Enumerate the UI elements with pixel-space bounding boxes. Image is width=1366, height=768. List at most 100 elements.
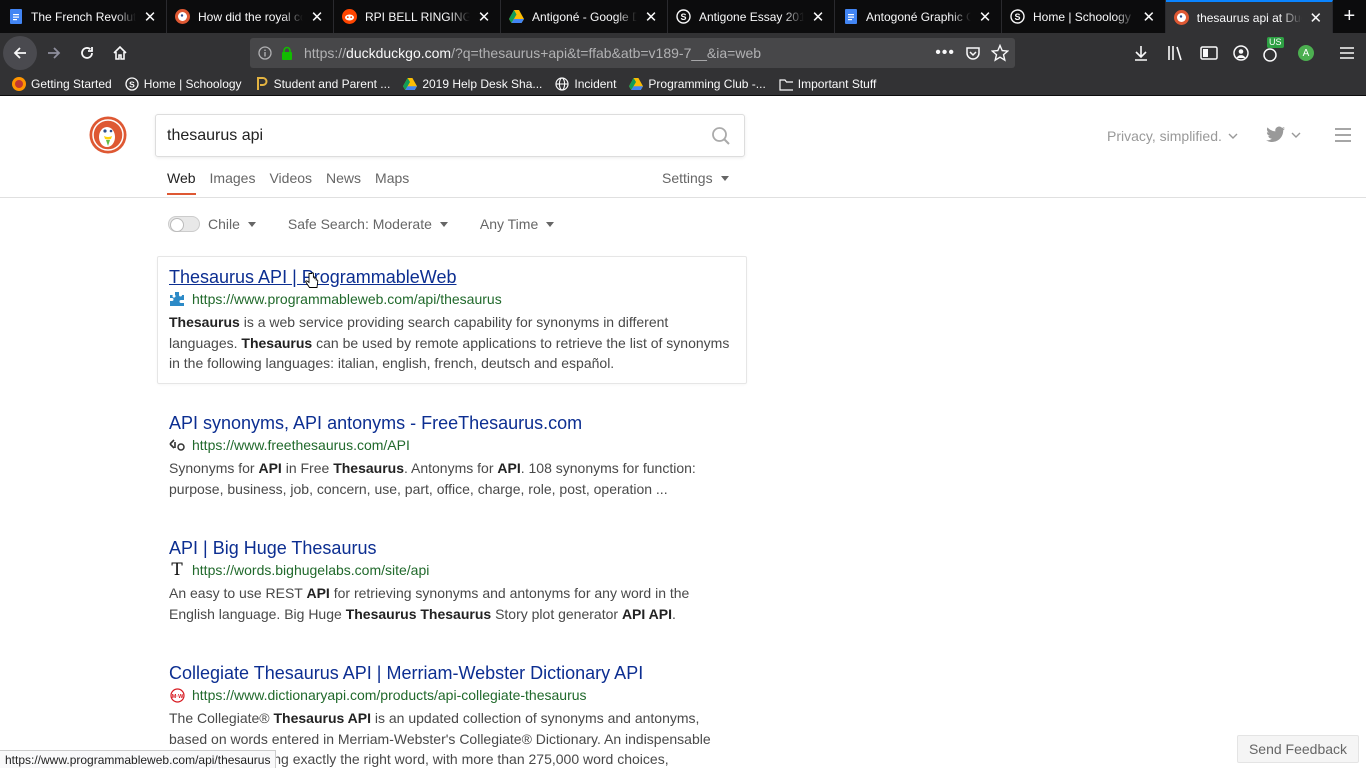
tab-maps[interactable]: Maps <box>375 170 409 195</box>
twitter-icon <box>1266 126 1285 143</box>
browser-tab[interactable]: Antogoné Graphic Organizer ✕ <box>835 0 1002 33</box>
tab-news[interactable]: News <box>326 170 361 195</box>
close-icon[interactable]: ✕ <box>977 9 993 26</box>
search-result[interactable]: API synonyms, API antonyms - FreeThesaur… <box>157 402 747 509</box>
close-icon[interactable]: ✕ <box>476 9 492 26</box>
result-title-link[interactable]: API synonyms, API antonyms - FreeThesaur… <box>169 412 735 434</box>
result-title-link[interactable]: API | Big Huge Thesaurus <box>169 537 735 559</box>
extension-button[interactable]: US <box>1262 37 1286 63</box>
bookmark-item[interactable]: Getting Started <box>12 77 112 91</box>
tab-images[interactable]: Images <box>210 170 256 195</box>
snippet-text: Synonyms for <box>169 460 259 476</box>
tab-videos[interactable]: Videos <box>269 170 312 195</box>
menu-icon[interactable] <box>1336 44 1360 62</box>
region-toggle[interactable] <box>168 216 200 232</box>
bookmark-item[interactable]: Programming Club -... <box>629 77 766 91</box>
schoology-icon: S <box>676 9 691 24</box>
svg-text:S: S <box>680 12 686 22</box>
serif-t-icon: T <box>171 560 183 580</box>
twitter-menu[interactable] <box>1266 126 1301 143</box>
send-feedback-button[interactable]: Send Feedback <box>1237 735 1359 763</box>
snippet-highlight: Thesaurus API <box>273 710 371 726</box>
result-snippet: Thesaurus is a web service providing sea… <box>169 312 735 374</box>
browser-tab[interactable]: Antigoné - Google Drive ✕ <box>501 0 668 33</box>
result-url[interactable]: https://www.programmableweb.com/api/thes… <box>192 291 502 307</box>
browser-tab-active[interactable]: thesaurus api at DuckDuckGo ✕ <box>1165 0 1333 33</box>
account-icon[interactable] <box>1230 44 1254 62</box>
profile-avatar[interactable]: A <box>1298 45 1314 61</box>
chevron-down-icon <box>1228 133 1238 139</box>
search-filters: Chile Safe Search: Moderate Any Time <box>168 214 586 234</box>
forward-button[interactable] <box>38 37 70 69</box>
address-bar[interactable]: https://duckduckgo.com/?q=thesaurus+api&… <box>250 38 1015 68</box>
back-button[interactable] <box>3 36 37 70</box>
snippet-text: . <box>671 605 676 622</box>
close-icon[interactable]: ✕ <box>1141 9 1157 26</box>
result-url[interactable]: https://www.freethesaurus.com/API <box>192 437 410 453</box>
search-icon[interactable] <box>711 126 731 146</box>
browser-tab[interactable]: The French Revolution ✕ <box>0 0 167 33</box>
caret-down-icon <box>546 221 555 227</box>
snippet-highlight: API <box>258 460 282 476</box>
result-title-link[interactable]: Collegiate Thesaurus API | Merriam-Webst… <box>169 662 735 684</box>
menu-icon <box>1335 128 1351 142</box>
time-label: Any Time <box>479 216 539 232</box>
search-result[interactable]: Thesaurus API | ProgrammableWeb https://… <box>157 256 747 384</box>
library-icon[interactable] <box>1166 44 1190 62</box>
close-icon[interactable]: ✕ <box>309 9 325 26</box>
star-icon[interactable] <box>991 44 1009 62</box>
pocket-icon[interactable] <box>965 45 981 61</box>
reload-button[interactable] <box>71 37 103 69</box>
tab-title: Antogoné Graphic Organizer <box>866 9 971 24</box>
sidebar-icon[interactable] <box>1198 44 1222 62</box>
google-docs-icon <box>8 9 23 24</box>
tab-title: How did the royal court <box>198 9 303 24</box>
snippet-highlight: API <box>497 460 521 476</box>
close-icon[interactable]: ✕ <box>142 9 158 26</box>
bookmark-item[interactable]: Student and Parent ... <box>255 77 391 91</box>
navigation-toolbar: https://duckduckgo.com/?q=thesaurus+api&… <box>0 33 1366 73</box>
browser-tab[interactable]: S Antigone Essay 2019 ✕ <box>668 0 835 33</box>
download-icon[interactable] <box>1132 44 1150 62</box>
result-title-link[interactable]: Thesaurus API | ProgrammableWeb <box>169 266 735 288</box>
duckduckgo-logo[interactable] <box>89 116 127 154</box>
duckduckgo-icon <box>175 9 190 24</box>
svg-text:S: S <box>129 79 135 89</box>
bookmark-item[interactable]: Incident <box>555 77 616 91</box>
time-dropdown[interactable]: Any Time <box>479 216 555 232</box>
privacy-menu[interactable]: Privacy, simplified. <box>1107 128 1238 144</box>
browser-tab[interactable]: RPI BELL RINGING AT ✕ <box>334 0 501 33</box>
browser-tab[interactable]: S Home | Schoology ✕ <box>1002 0 1166 33</box>
bookmark-item[interactable]: S Home | Schoology <box>125 77 242 91</box>
result-url[interactable]: https://www.dictionaryapi.com/products/a… <box>192 687 587 703</box>
tab-title: The French Revolution <box>31 9 136 24</box>
home-button[interactable] <box>104 37 136 69</box>
browser-tab[interactable]: How did the royal court ✕ <box>167 0 334 33</box>
settings-dropdown[interactable]: Settings <box>662 170 729 186</box>
bookmark-item[interactable]: Important Stuff <box>779 77 876 91</box>
region-dropdown[interactable]: Chile <box>208 216 256 232</box>
tab-web[interactable]: Web <box>167 170 196 195</box>
merriam-webster-icon: M·W <box>169 687 185 703</box>
close-icon[interactable]: ✕ <box>810 9 826 26</box>
bookmark-label: Programming Club -... <box>648 77 766 91</box>
close-icon[interactable]: ✕ <box>1308 10 1324 27</box>
close-icon[interactable]: ✕ <box>643 9 659 26</box>
info-icon[interactable] <box>258 46 272 60</box>
caret-down-icon <box>439 221 448 227</box>
chevron-down-icon <box>1291 132 1301 138</box>
safe-search-dropdown[interactable]: Safe Search: Moderate <box>288 216 448 232</box>
search-result[interactable]: API | Big Huge Thesaurus T https://words… <box>157 527 747 634</box>
lock-icon[interactable] <box>280 46 294 60</box>
svg-text:S: S <box>1014 12 1020 22</box>
more-actions-icon[interactable]: ••• <box>935 44 955 62</box>
address-text[interactable]: https://duckduckgo.com/?q=thesaurus+api&… <box>304 45 761 61</box>
search-input[interactable] <box>167 126 687 145</box>
reddit-icon <box>342 9 357 24</box>
result-url[interactable]: https://words.bighugelabs.com/site/api <box>192 562 429 578</box>
mouse-cursor-icon <box>305 272 319 288</box>
bookmark-label: Student and Parent ... <box>273 77 391 91</box>
hamburger-menu-button[interactable] <box>1334 128 1352 147</box>
bookmark-item[interactable]: 2019 Help Desk Sha... <box>403 77 542 91</box>
new-tab-button[interactable]: + <box>1333 0 1366 33</box>
